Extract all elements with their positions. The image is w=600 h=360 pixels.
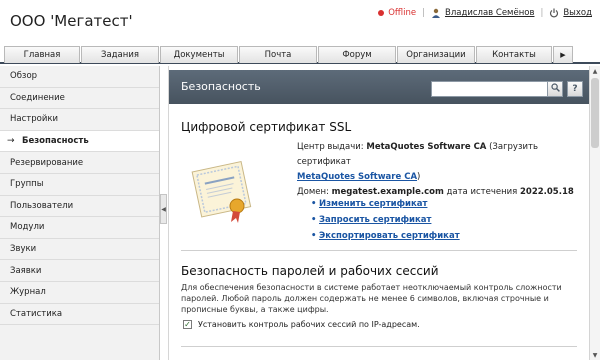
sidebar-item-settings[interactable]: Настройки: [0, 109, 159, 131]
main-panel: Безопасность ? Цифровой сертификат SSL Ц…: [168, 66, 589, 360]
sidebar-collapse-handle[interactable]: ◀: [160, 194, 167, 224]
tab-forum[interactable]: Форум: [318, 46, 396, 63]
header: ООО 'Мегатест' Offline | Владислав Семён…: [0, 0, 600, 44]
session-control-row: ✓ Установить контроль рабочих сессий по …: [183, 320, 420, 329]
tab-contacts[interactable]: Контакты: [476, 46, 552, 63]
help-button[interactable]: ?: [567, 81, 583, 97]
divider: [181, 250, 577, 251]
certificate-actions: Изменить сертификат Запросить сертификат…: [311, 196, 460, 244]
tab-documents[interactable]: Документы: [160, 46, 238, 63]
tabs-more-button[interactable]: ▶: [553, 46, 573, 63]
separator: |: [540, 8, 544, 18]
sidebar-item-statistics[interactable]: Статистика: [0, 304, 159, 326]
session-control-checkbox[interactable]: ✓: [183, 320, 192, 329]
download-suffix: ): [417, 172, 421, 182]
sidebar-item-connection[interactable]: Соединение: [0, 88, 159, 110]
expiry-value: 2022.05.18: [520, 187, 574, 197]
change-certificate-link[interactable]: Изменить сертификат: [311, 199, 427, 209]
download-certificate-link[interactable]: MetaQuotes Software CA: [297, 172, 417, 182]
scrollbar-thumb[interactable]: [591, 78, 599, 148]
request-certificate-link[interactable]: Запросить сертификат: [311, 215, 431, 225]
sidebar-item-users[interactable]: Пользователи: [0, 196, 159, 218]
main-tabs: Главная Задания Документы Почта Форум Ор…: [0, 46, 600, 64]
offline-status-icon: [378, 10, 385, 16]
session-control-label: Установить контроль рабочих сессий по IP…: [198, 320, 420, 329]
search-input[interactable]: [431, 81, 549, 97]
sidebar-item-modules[interactable]: Модули: [0, 217, 159, 239]
scroll-down-icon[interactable]: ▼: [590, 350, 600, 360]
tab-mail[interactable]: Почта: [239, 46, 317, 63]
password-section-title: Безопасность паролей и рабочих сессий: [181, 264, 439, 278]
ssl-section-title: Цифровой сертификат SSL: [181, 120, 352, 134]
user-bar: Offline | Владислав Семёнов | Выход: [378, 8, 592, 18]
sidebar-item-sounds[interactable]: Звуки: [0, 239, 159, 261]
divider: [181, 346, 577, 347]
certificate-info: Центр выдачи: MetaQuotes Software CA (За…: [297, 140, 577, 200]
user-icon: [431, 8, 441, 18]
vertical-scrollbar[interactable]: ▲ ▼: [589, 66, 600, 360]
chevron-left-icon: ◀: [161, 205, 166, 213]
sidebar-item-overview[interactable]: Обзор: [0, 66, 159, 88]
status-text: Offline: [388, 8, 417, 18]
page-title: Безопасность: [181, 80, 261, 93]
issuer-label: Центр выдачи:: [297, 142, 364, 152]
search-button[interactable]: [547, 81, 563, 97]
tab-tasks[interactable]: Задания: [81, 46, 159, 63]
tab-organizations[interactable]: Организации: [397, 46, 475, 63]
sidebar-item-backup[interactable]: Резервирование: [0, 152, 159, 174]
issuer-value: MetaQuotes Software CA: [366, 142, 487, 152]
scroll-up-icon[interactable]: ▲: [590, 66, 600, 76]
password-description: Для обеспечения безопасности в системе р…: [181, 283, 562, 314]
company-name: ООО 'Мегатест': [10, 12, 133, 30]
sidebar-item-security[interactable]: Безопасность: [0, 130, 159, 153]
tab-home[interactable]: Главная: [4, 46, 80, 63]
user-name-link[interactable]: Владислав Семёнов: [445, 8, 534, 18]
sidebar-item-requests[interactable]: Заявки: [0, 260, 159, 282]
chevron-right-icon: ▶: [560, 51, 566, 59]
separator: |: [422, 8, 425, 18]
sidebar: Обзор Соединение Настройки Безопасность …: [0, 66, 160, 360]
sidebar-item-groups[interactable]: Группы: [0, 174, 159, 196]
check-icon: ✓: [184, 319, 191, 329]
power-icon[interactable]: [549, 8, 559, 18]
export-certificate-link[interactable]: Экспортировать сертификат: [311, 231, 460, 241]
logout-link[interactable]: Выход: [563, 8, 592, 18]
sidebar-item-journal[interactable]: Журнал: [0, 282, 159, 304]
search-icon: [550, 83, 560, 95]
certificate-icon: [183, 156, 263, 228]
page-banner: Безопасность ?: [169, 70, 589, 104]
